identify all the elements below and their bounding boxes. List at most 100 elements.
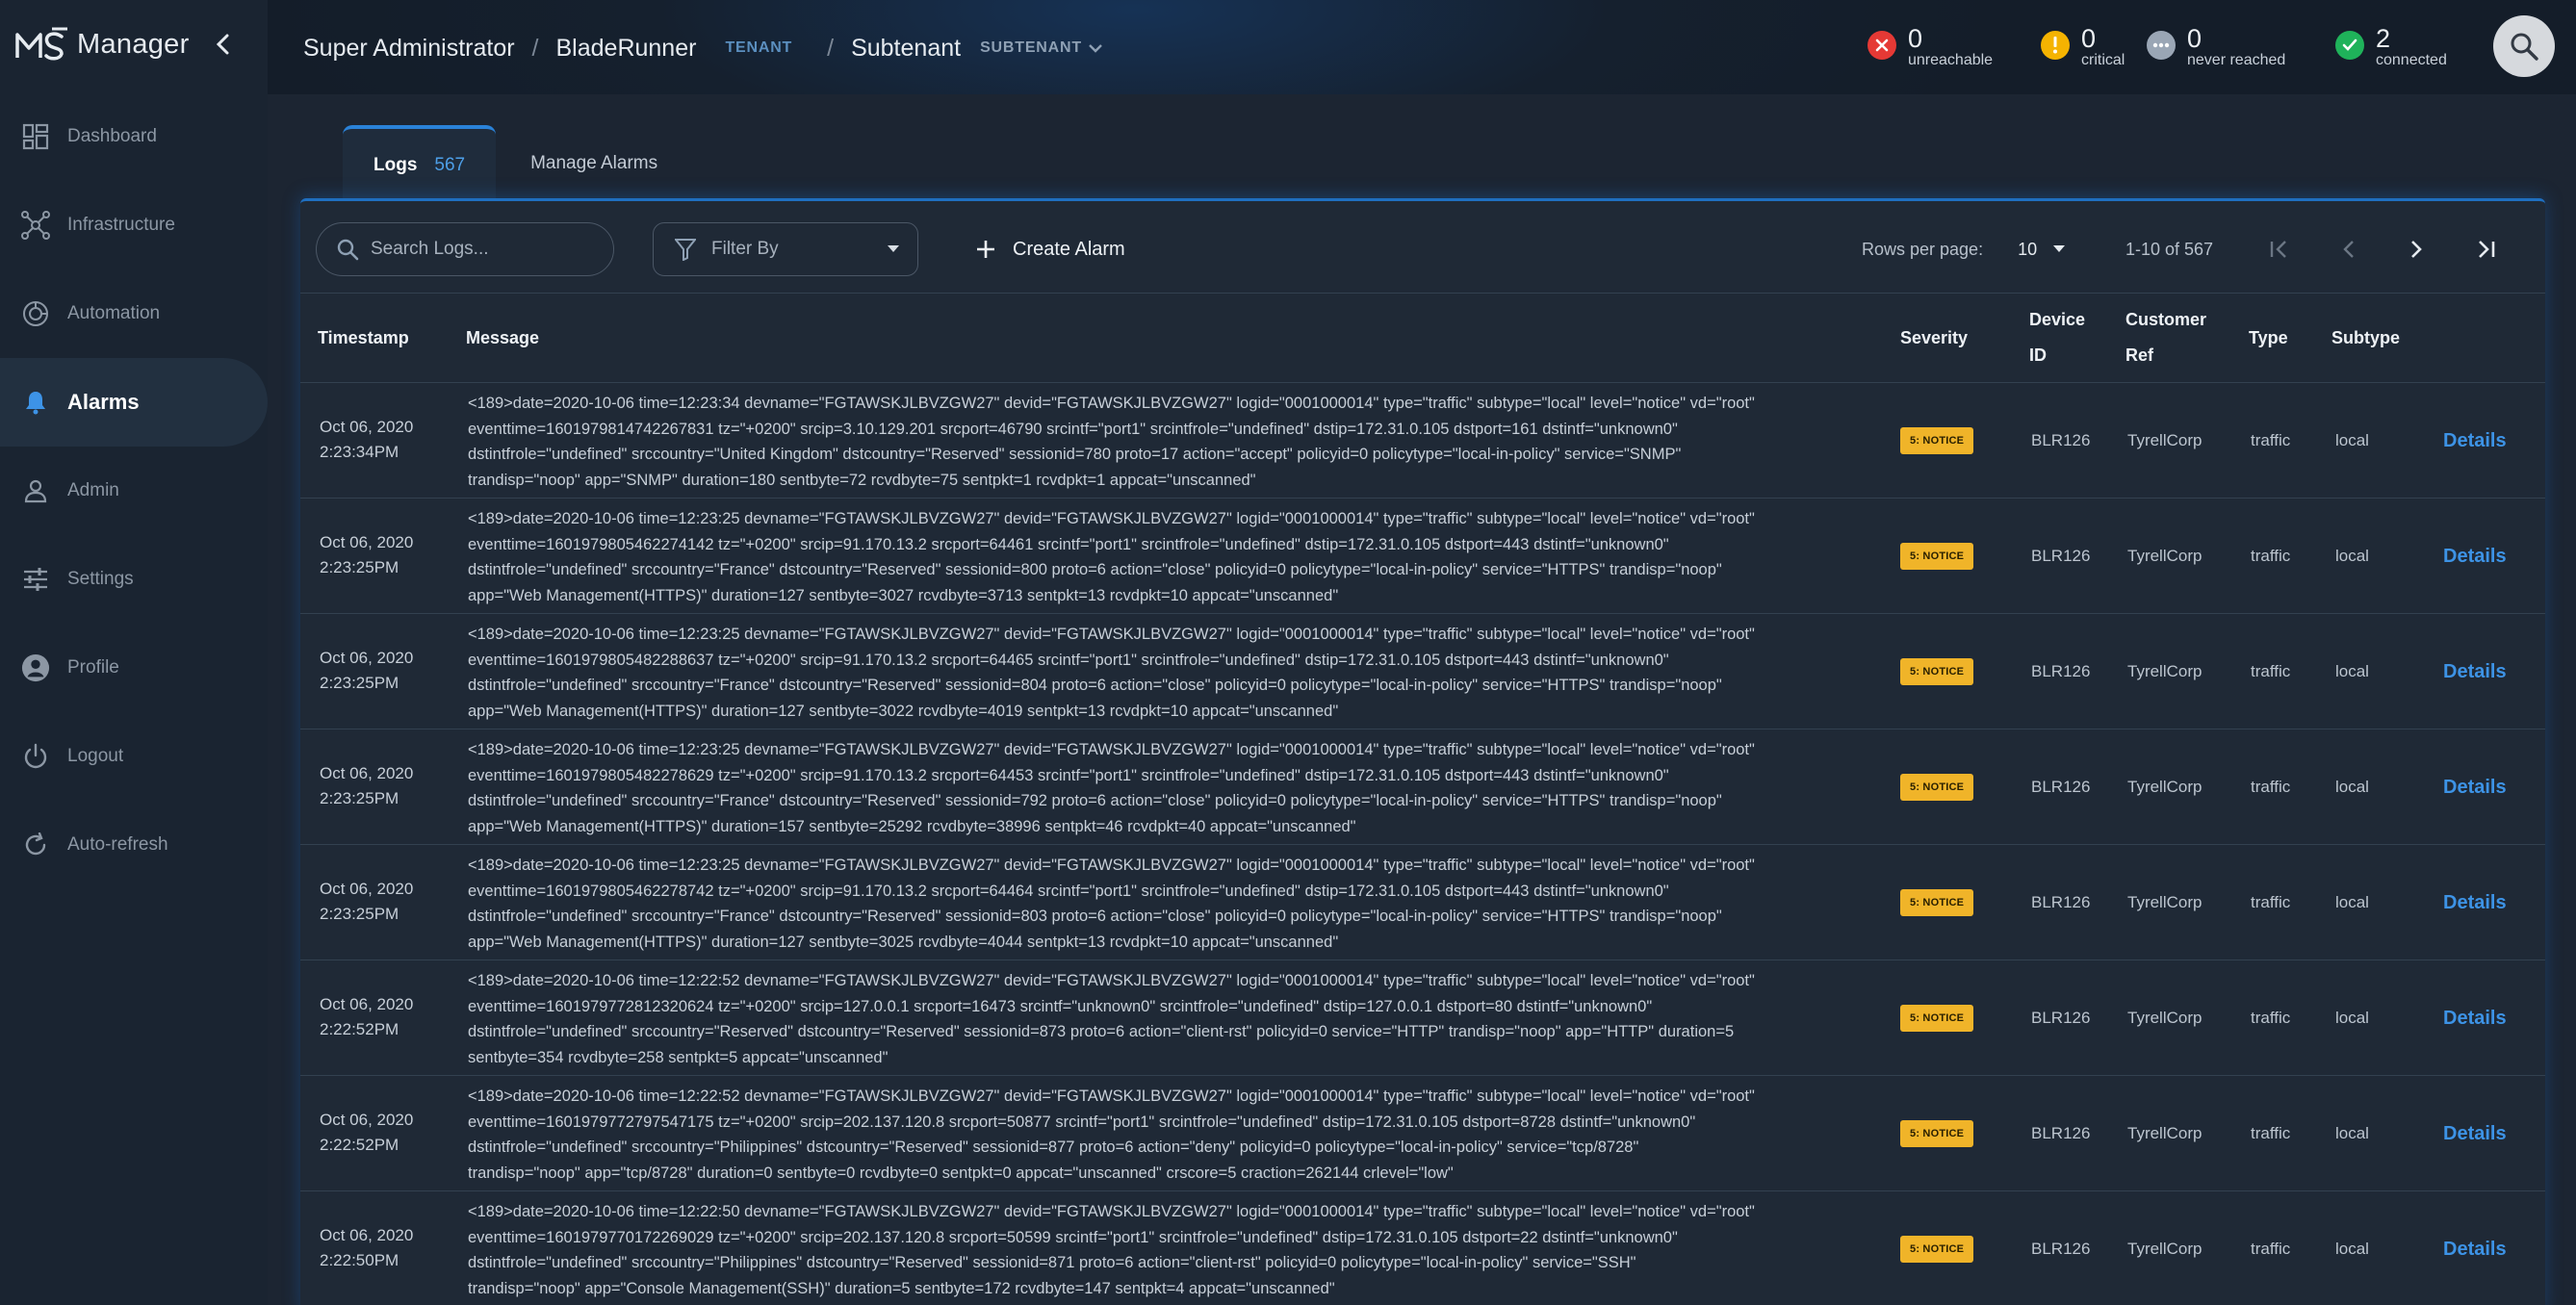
details-link[interactable]: Details (2443, 426, 2507, 455)
table-row[interactable]: Oct 06, 2020 2:23:25PM <189>date=2020-10-0… (300, 845, 2545, 960)
details-link[interactable]: Details (2443, 1004, 2507, 1033)
sidebar-item-dashboard[interactable]: Dashboard (0, 92, 268, 181)
table-body: Oct 06, 2020 2:23:34PM <189>date=2020-10-0… (300, 383, 2545, 1305)
power-icon (21, 742, 50, 771)
severity-badge: 5: NOTICE (1900, 1236, 1974, 1263)
search-icon (337, 239, 359, 261)
tab-manage-alarms[interactable]: Manage Alarms (496, 125, 692, 202)
details-link[interactable]: Details (2443, 657, 2507, 686)
table-row[interactable]: Oct 06, 2020 2:23:25PM <189>date=2020-10-0… (300, 499, 2545, 614)
status-connected[interactable]: 2 connected (2335, 25, 2447, 69)
column-header-message[interactable]: Message (466, 320, 539, 356)
global-search-button[interactable] (2493, 15, 2555, 77)
check-icon (2335, 31, 2364, 60)
sidebar-item-admin[interactable]: Admin (0, 447, 268, 535)
subtype-cell: local (2335, 1009, 2369, 1027)
table-row[interactable]: Oct 06, 2020 2:22:52PM <189>date=2020-10-0… (300, 960, 2545, 1076)
previous-page-button[interactable] (2330, 230, 2368, 269)
column-header-type[interactable]: Type (2249, 320, 2288, 356)
chevron-left-icon (2343, 241, 2354, 258)
message-cell: <189>date=2020-10-06 time=12:23:34 devna… (468, 391, 1835, 493)
column-header-subtype[interactable]: Subtype (2331, 320, 2400, 356)
sidebar-item-infrastructure[interactable]: Infrastructure (0, 181, 268, 269)
status-critical[interactable]: 0 critical (2041, 25, 2125, 69)
message-line: <189>date=2020-10-06 time=12:23:25 devna… (468, 857, 1755, 874)
automation-icon (21, 299, 50, 328)
filter-by-label: Filter By (711, 239, 779, 259)
message-line: dstintfrole="undefined" srccountry="Fran… (468, 561, 1722, 578)
details-link[interactable]: Details (2443, 542, 2507, 571)
message-line: <189>date=2020-10-06 time=12:22:52 devna… (468, 972, 1755, 989)
table-row[interactable]: Oct 06, 2020 2:22:50PM <189>date=2020-10-0… (300, 1191, 2545, 1305)
message-line: eventtime=1601979814742267831 tz="+0200"… (468, 420, 1678, 438)
status-critical-count: 0 (2081, 24, 2097, 53)
first-page-button[interactable] (2260, 230, 2299, 269)
column-header-device-id[interactable]: Device ID (2029, 302, 2085, 373)
column-header-severity[interactable]: Severity (1900, 320, 1968, 356)
status-unreachable-count: 0 (1908, 24, 1923, 53)
main-content: Logs 567 Manage Alarms Filter By Create … (268, 94, 2576, 1305)
message-cell: <189>date=2020-10-06 time=12:23:25 devna… (468, 622, 1835, 724)
status-unreachable[interactable]: 0 unreachable (1868, 25, 1993, 69)
collapse-sidebar-button[interactable] (208, 27, 239, 62)
details-link[interactable]: Details (2443, 1235, 2507, 1264)
details-link[interactable]: Details (2443, 1119, 2507, 1148)
type-cell: traffic (2251, 662, 2291, 680)
message-cell: <189>date=2020-10-06 time=12:23:25 devna… (468, 506, 1835, 608)
sidebar-item-alarms[interactable]: Alarms (0, 358, 268, 447)
message-line: eventtime=1601979772797547175 tz="+0200"… (468, 1113, 1696, 1131)
column-header-customer-ref-line2: Ref (2125, 345, 2154, 365)
search-logs-input[interactable] (371, 239, 582, 260)
sidebar-item-settings[interactable]: Settings (0, 535, 268, 624)
status-never-reached[interactable]: 0 never reached (2147, 25, 2285, 69)
filter-by-dropdown[interactable]: Filter By (653, 222, 918, 276)
breadcrumb-root[interactable]: Super Administrator (303, 35, 515, 63)
subtenant-dropdown[interactable]: SUBTENANT (980, 39, 1103, 57)
timestamp-time: 2:22:52PM (320, 1020, 399, 1038)
tab-logs[interactable]: Logs 567 (343, 125, 497, 202)
rows-per-page-select[interactable]: 10 (2018, 240, 2066, 260)
first-page-icon (2270, 241, 2286, 258)
device-id-cell: BLR126 (2031, 893, 2091, 911)
message-line: eventtime=1601979772812320624 tz="+0200"… (468, 997, 1653, 1015)
table-row[interactable]: Oct 06, 2020 2:23:34PM <189>date=2020-10-0… (300, 383, 2545, 499)
brand[interactable]: Manager (15, 25, 190, 64)
sidebar-item-logout[interactable]: Logout (0, 712, 268, 801)
column-header-customer-ref[interactable]: Customer Ref (2125, 302, 2206, 373)
breadcrumb-tenant[interactable]: BladeRunner (556, 35, 697, 63)
table-row[interactable]: Oct 06, 2020 2:22:52PM <189>date=2020-10-0… (300, 1076, 2545, 1191)
sidebar-item-automation[interactable]: Automation (0, 269, 268, 358)
device-id-cell: BLR126 (2031, 1009, 2091, 1027)
subtype-cell: local (2335, 547, 2369, 565)
last-page-icon (2479, 241, 2495, 258)
message-line: app="Web Management(HTTPS)" duration=157… (468, 817, 1356, 835)
details-link[interactable]: Details (2443, 888, 2507, 917)
type-cell: traffic (2251, 1240, 2291, 1258)
network-icon (21, 211, 50, 240)
subtype-cell: local (2335, 893, 2369, 911)
table-row[interactable]: Oct 06, 2020 2:23:25PM <189>date=2020-10-0… (300, 729, 2545, 845)
type-cell: traffic (2251, 778, 2291, 796)
timestamp-time: 2:23:25PM (320, 674, 399, 692)
message-line: app="Web Management(HTTPS)" duration=127… (468, 933, 1339, 951)
timestamp-date: Oct 06, 2020 (320, 418, 414, 436)
column-header-timestamp[interactable]: Timestamp (318, 320, 409, 356)
table-row[interactable]: Oct 06, 2020 2:23:25PM <189>date=2020-10-0… (300, 614, 2545, 729)
chevron-down-icon (1089, 44, 1102, 53)
message-cell: <189>date=2020-10-06 time=12:23:25 devna… (468, 853, 1835, 955)
dashboard-icon (21, 122, 50, 151)
message-line: eventtime=1601979770172269029 tz="+0200"… (468, 1228, 1678, 1246)
sidebar-item-profile[interactable]: Profile (0, 624, 268, 712)
sidebar-item-auto-refresh[interactable]: Auto-refresh (0, 801, 268, 889)
breadcrumb-subtenant[interactable]: Subtenant (851, 35, 961, 63)
timestamp-date: Oct 06, 2020 (320, 880, 414, 898)
search-logs-field[interactable] (316, 222, 614, 276)
device-id-cell: BLR126 (2031, 1124, 2091, 1142)
details-link[interactable]: Details (2443, 773, 2507, 802)
next-page-button[interactable] (2397, 230, 2435, 269)
create-alarm-button[interactable]: Create Alarm (976, 222, 1125, 276)
customer-ref-cell: TyrellCorp (2127, 547, 2202, 565)
sidebar-item-label: Auto-refresh (67, 834, 168, 855)
customer-ref-cell: TyrellCorp (2127, 1124, 2202, 1142)
last-page-button[interactable] (2466, 230, 2505, 269)
